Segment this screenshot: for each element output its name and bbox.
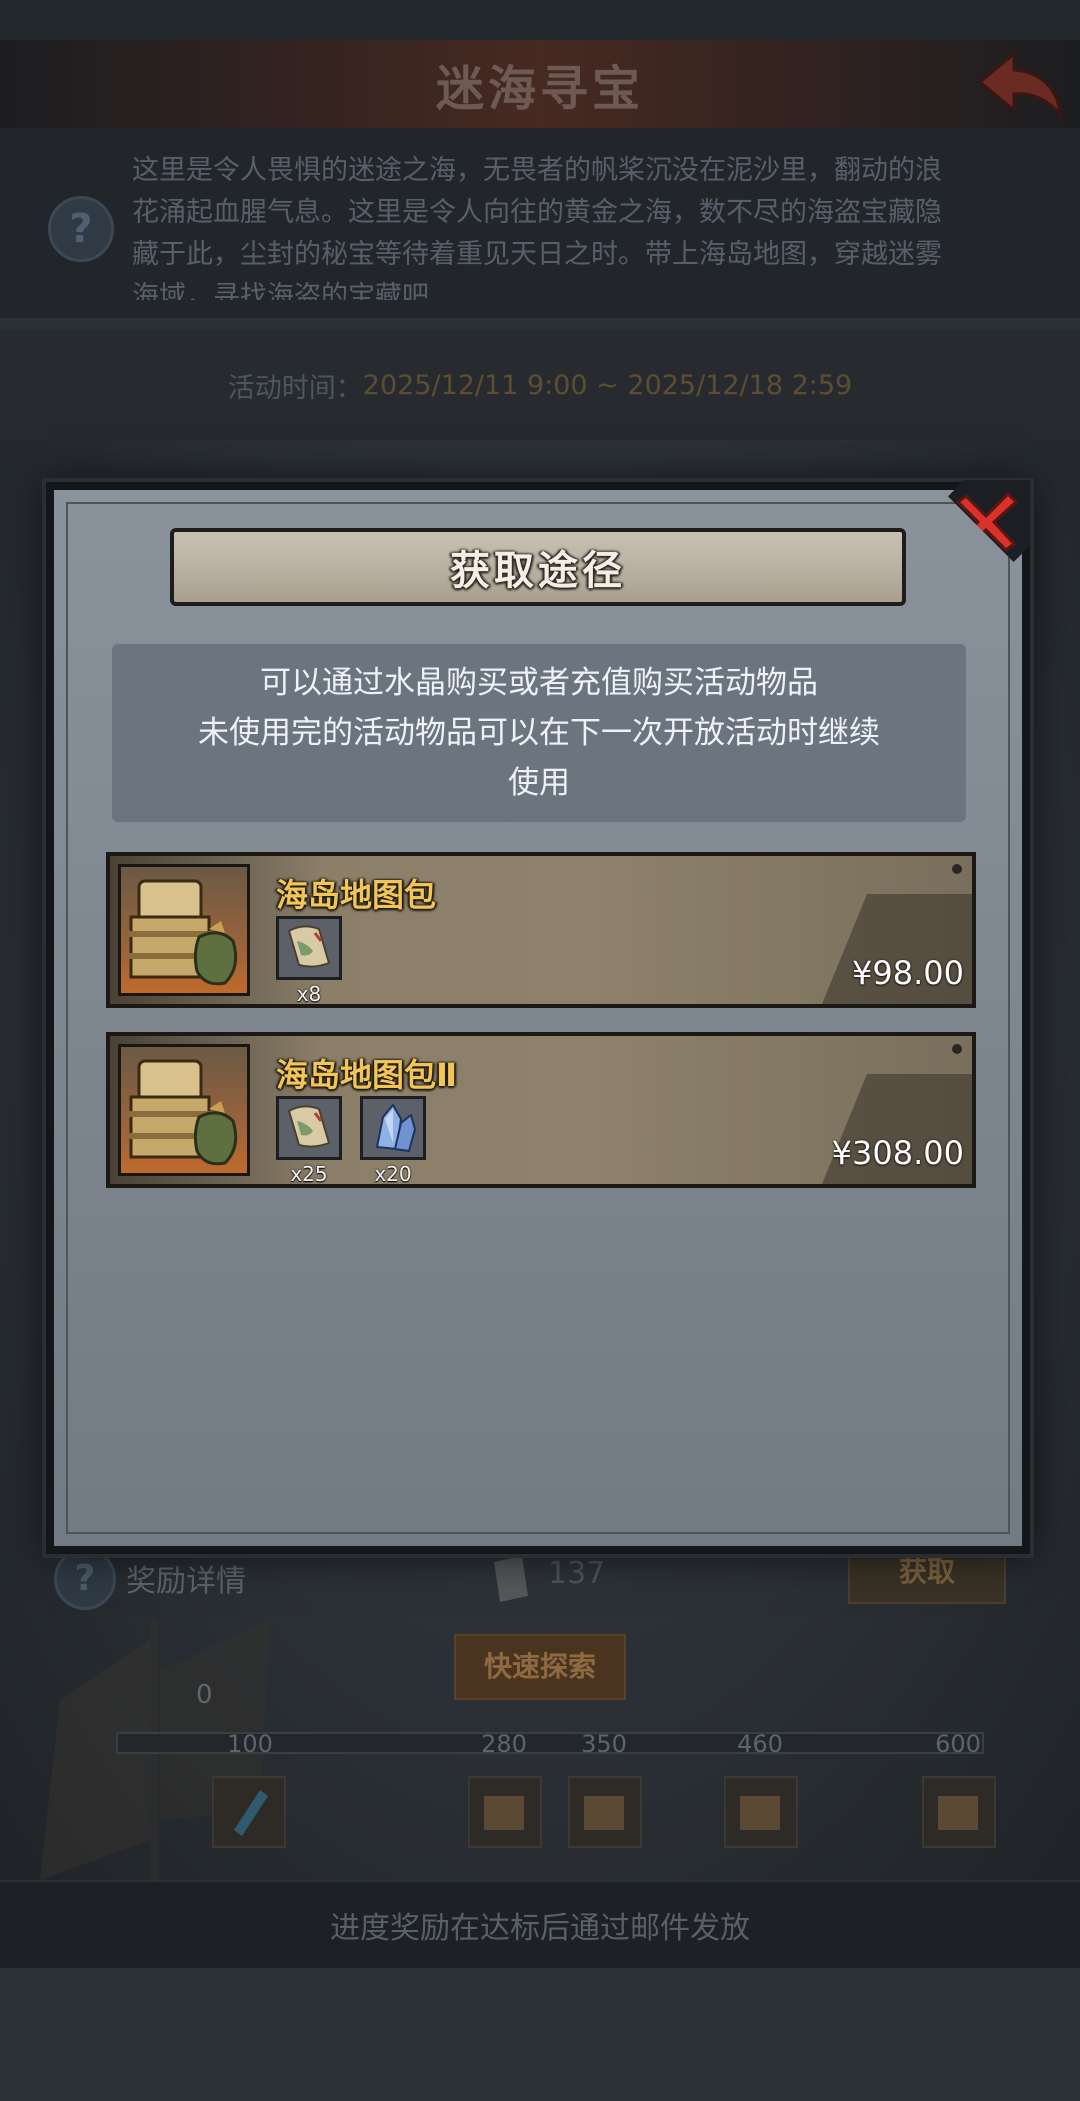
chest-icon: [740, 1796, 780, 1830]
chest-icon: [938, 1796, 978, 1830]
milestone-reward-crystal[interactable]: [212, 1776, 286, 1848]
bottom-area: [0, 1968, 1080, 2101]
map-scroll-icon: [494, 1556, 528, 1602]
activity-time-value: 2025/12/11 9:00 ~ 2025/12/18 2:59: [362, 369, 853, 401]
pack-icon-frame: [118, 864, 250, 996]
map-scroll-icon: [287, 1105, 331, 1148]
back-arrow-icon[interactable]: [974, 48, 1066, 120]
milestone-label: 350: [581, 1730, 627, 1758]
milestone-reward-chest[interactable]: [724, 1776, 798, 1848]
page-title: 迷海寻宝: [435, 61, 644, 117]
milestone-reward-chest[interactable]: [568, 1776, 642, 1848]
item-slot[interactable]: [360, 1096, 426, 1160]
crystal-icon: [375, 1103, 417, 1153]
milestone-label: 100: [227, 1730, 273, 1758]
treasure-chest-icon: [129, 1059, 238, 1166]
crystal-icon: [234, 1790, 268, 1836]
info-line: 使用: [508, 765, 570, 801]
description-text: 这里是令人畏惧的迷途之海，无畏者的帆桨沉没在泥沙里，翻动的浪花涌起血腥气息。这里…: [132, 155, 942, 300]
pack-price: ¥98.00: [852, 954, 964, 992]
quick-explore-button[interactable]: 快速探索: [454, 1634, 626, 1700]
milestone-label: 280: [481, 1730, 527, 1758]
item-count: x8: [296, 982, 322, 1006]
pin-icon: [952, 864, 962, 874]
milestone-label: 600: [935, 1730, 981, 1758]
progress-start-label: 0: [196, 1680, 213, 1710]
map-count: 137: [548, 1556, 606, 1591]
chest-icon: [584, 1796, 624, 1830]
item-slot[interactable]: [276, 1096, 342, 1160]
pack-price: ¥308.00: [831, 1134, 964, 1172]
activity-time-label: 活动时间：: [227, 372, 363, 404]
bottom-notice-text: 进度奖励在达标后通过邮件发放: [330, 1911, 750, 1946]
pack-name: 海岛地图包: [276, 876, 437, 914]
acquire-modal: [46, 482, 1030, 1554]
reward-details-label: 奖励详情: [126, 1564, 246, 1599]
info-line: 可以通过水晶购买或者充值购买活动物品: [260, 665, 818, 701]
question-mark-icon[interactable]: ?: [48, 196, 114, 262]
page-header: 迷海寻宝: [0, 40, 1080, 128]
milestone-reward-chest[interactable]: [922, 1776, 996, 1848]
pack-name: 海岛地图包Ⅱ: [276, 1056, 458, 1094]
info-box: 可以通过水晶购买或者充值购买活动物品 未使用完的活动物品可以在下一次开放活动时继…: [112, 644, 966, 822]
pin-icon: [952, 1044, 962, 1054]
activity-time-row: 活动时间： 2025/12/11 9:00 ~ 2025/12/18 2:59: [0, 330, 1080, 440]
info-line: 未使用完的活动物品可以在下一次开放活动时继续: [198, 715, 880, 751]
milestone-label: 460: [737, 1730, 783, 1758]
pack-card[interactable]: 海岛地图包 x8 ¥98.00: [106, 852, 976, 1008]
status-strip: [0, 0, 1080, 40]
item-slot[interactable]: [276, 916, 342, 980]
pack-icon-frame: [118, 1044, 250, 1176]
item-count: x25: [290, 1162, 328, 1186]
map-scroll-icon: [287, 925, 331, 968]
item-count: x20: [374, 1162, 412, 1186]
modal-title: 获取途径: [450, 548, 626, 594]
reward-help-icon[interactable]: ?: [54, 1548, 116, 1610]
chest-icon: [484, 1796, 524, 1830]
modal-title-banner: 获取途径: [170, 528, 906, 606]
bottom-notice-bar: 进度奖励在达标后通过邮件发放: [0, 1882, 1080, 1968]
milestone-reward-chest[interactable]: [468, 1776, 542, 1848]
pack-card[interactable]: 海岛地图包Ⅱ x25 x20 ¥308.00: [106, 1032, 976, 1188]
treasure-chest-icon: [129, 879, 238, 986]
